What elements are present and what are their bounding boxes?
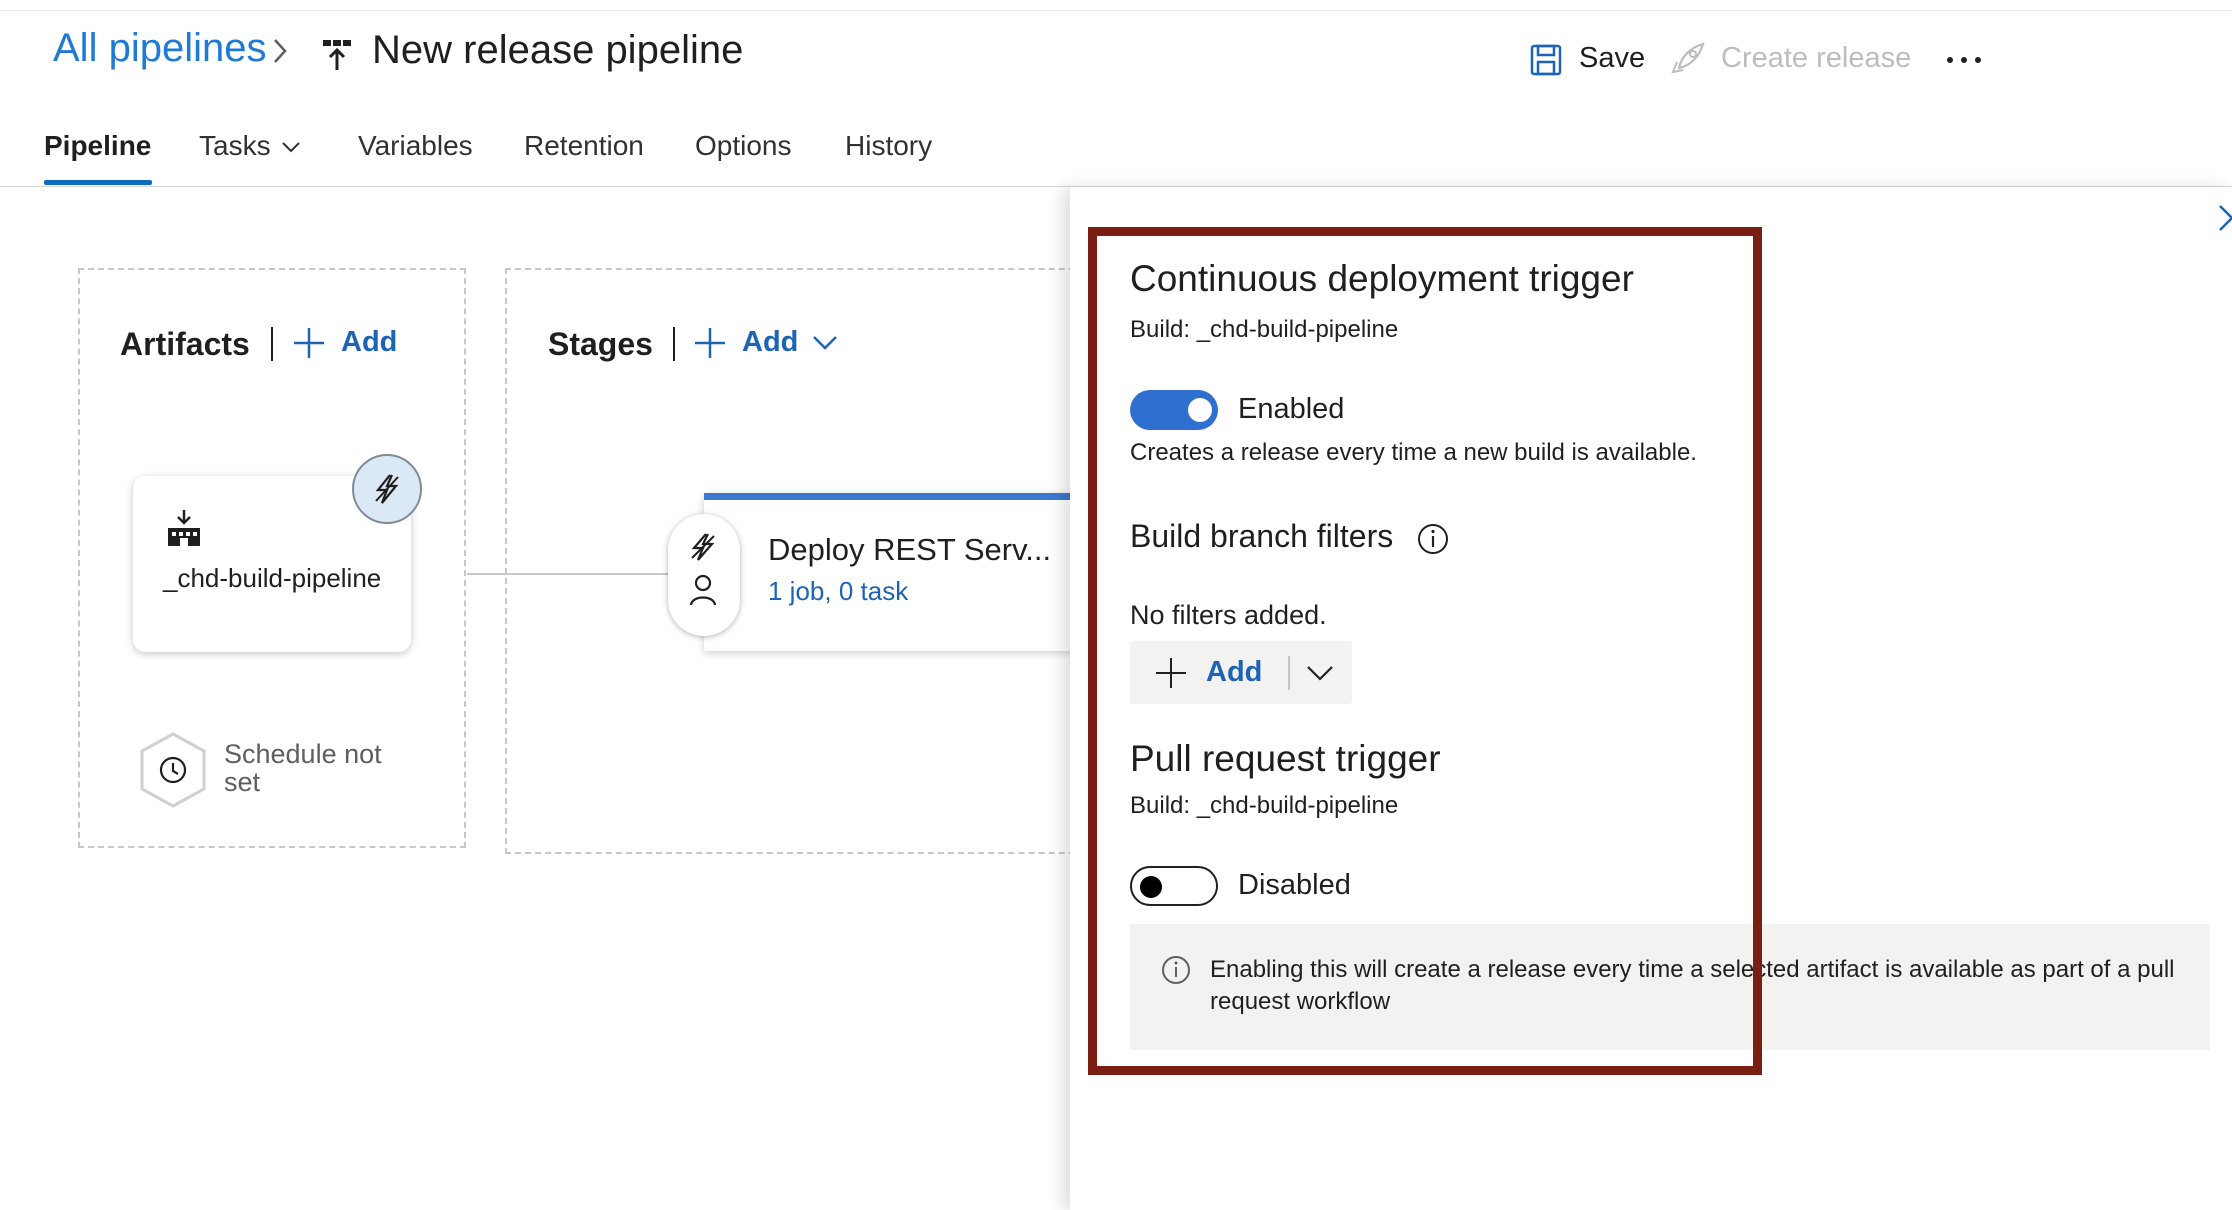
close-icon[interactable]: [2218, 202, 2232, 232]
artifacts-separator: [271, 327, 273, 361]
artifacts-title: Artifacts: [120, 326, 250, 362]
chevron-right-icon: [274, 39, 287, 63]
tab-pipeline[interactable]: Pipeline: [44, 130, 151, 162]
continuous-deployment-trigger-button[interactable]: [352, 454, 422, 524]
stages-separator: [673, 327, 675, 361]
add-artifact-button[interactable]: Add: [341, 326, 397, 359]
release-pipeline-icon: [323, 40, 351, 70]
page-title: New release pipeline: [372, 28, 744, 72]
stage-job-summary[interactable]: 1 job, 0 task: [768, 576, 908, 607]
highlight-box: [1088, 227, 1762, 1075]
tab-options[interactable]: Options: [695, 130, 792, 162]
person-icon[interactable]: [689, 574, 717, 606]
more-options-icon[interactable]: [1946, 56, 1982, 64]
active-tab-indicator: [44, 180, 152, 185]
artifact-name: _chd-build-pipeline: [163, 563, 382, 593]
clock-icon[interactable]: [136, 730, 210, 810]
chevron-down-icon[interactable]: [281, 140, 301, 154]
plus-icon[interactable]: [292, 326, 326, 360]
tab-variables[interactable]: Variables: [358, 130, 473, 162]
lightning-icon: [375, 474, 399, 504]
breadcrumb-all-pipelines[interactable]: All pipelines: [53, 26, 266, 71]
top-border: [0, 0, 2232, 11]
chevron-down-icon[interactable]: [812, 334, 838, 352]
schedule-label[interactable]: Schedule not set: [224, 740, 384, 796]
tab-tasks[interactable]: Tasks: [199, 130, 271, 162]
stages-title: Stages: [548, 326, 653, 362]
build-artifact-icon: [168, 510, 200, 546]
stage-card[interactable]: [704, 493, 1084, 651]
tab-history[interactable]: History: [845, 130, 932, 162]
plus-icon[interactable]: [693, 326, 727, 360]
save-icon[interactable]: [1530, 44, 1562, 76]
save-button[interactable]: Save: [1579, 42, 1645, 75]
stage-name: Deploy REST Serv...: [768, 532, 1052, 567]
tab-retention[interactable]: Retention: [524, 130, 644, 162]
rocket-icon: [1671, 42, 1705, 74]
create-release-button[interactable]: Create release: [1721, 42, 1911, 75]
lightning-icon[interactable]: [688, 532, 718, 562]
add-stage-button[interactable]: Add: [742, 326, 798, 359]
